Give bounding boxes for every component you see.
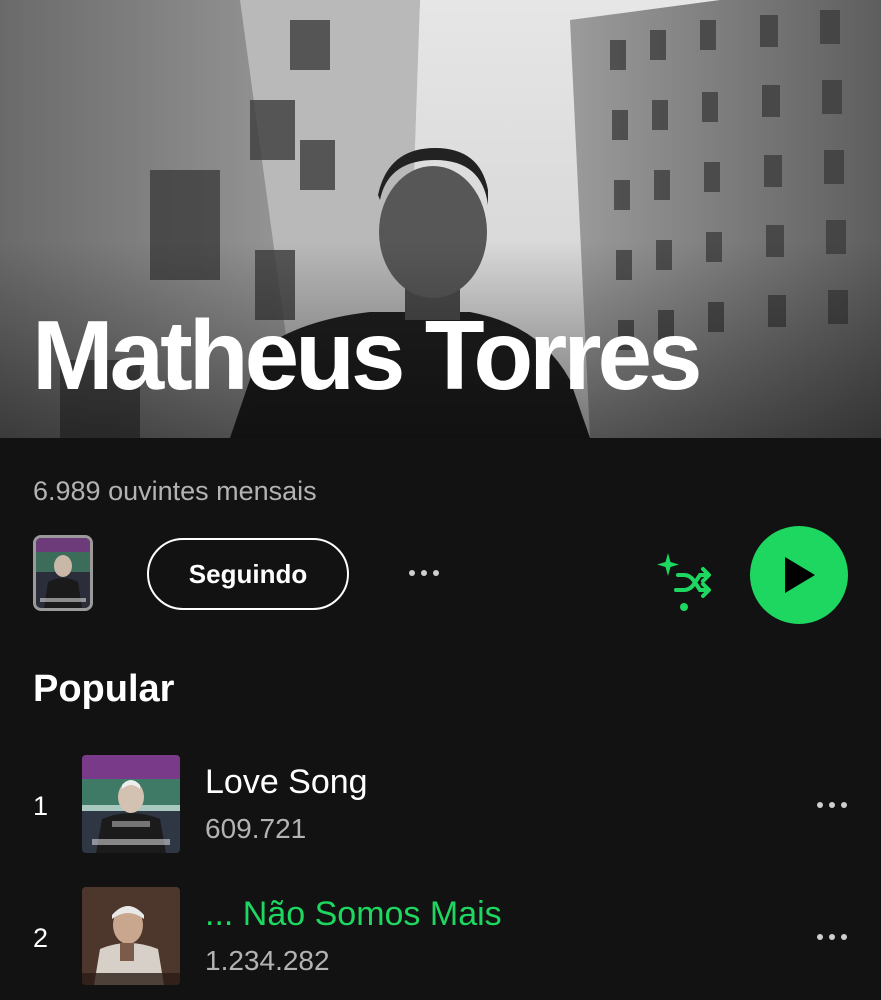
popular-section-title: Popular	[33, 668, 175, 710]
smart-shuffle-icon[interactable]	[654, 547, 714, 617]
dot	[841, 934, 847, 940]
love-song-cover-image	[82, 755, 180, 853]
artist-hero: Matheus Torres	[0, 0, 881, 438]
track-play-count: 1.234.282	[205, 945, 330, 976]
track-cover-art	[82, 755, 180, 853]
dot	[817, 802, 823, 808]
play-button[interactable]	[750, 526, 848, 624]
release-cover-art	[36, 538, 90, 608]
more-options-icon[interactable]	[400, 553, 448, 593]
dot	[841, 802, 847, 808]
track-row[interactable]: 1 Love Song 609.721	[0, 755, 881, 859]
artist-release-thumbnail[interactable]	[33, 535, 93, 611]
dot	[829, 802, 835, 808]
artist-name: Matheus Torres	[32, 300, 702, 410]
track-number: 1	[33, 791, 49, 821]
play-icon	[785, 557, 815, 593]
track-row[interactable]: 2 ... Não Somos Mais 1.234.282	[0, 887, 881, 991]
track-title: Love Song	[205, 763, 368, 801]
track-title-now-playing: ... Não Somos Mais	[205, 895, 502, 933]
dot	[433, 570, 439, 576]
nao-somos-mais-cover-image	[82, 887, 180, 985]
track-cover-art	[82, 887, 180, 985]
dot	[817, 934, 823, 940]
track-number: 2	[33, 923, 49, 953]
track-more-options-icon[interactable]	[808, 795, 856, 815]
dot	[421, 570, 427, 576]
track-play-count: 609.721	[205, 813, 307, 844]
dot	[409, 570, 415, 576]
dot	[829, 934, 835, 940]
monthly-listeners: 6.989 ouvintes mensais	[33, 476, 317, 506]
smart-shuffle-glyph	[657, 553, 711, 611]
artist-action-row: Seguindo	[0, 525, 881, 625]
track-more-options-icon[interactable]	[808, 927, 856, 947]
following-button[interactable]: Seguindo	[147, 538, 349, 610]
